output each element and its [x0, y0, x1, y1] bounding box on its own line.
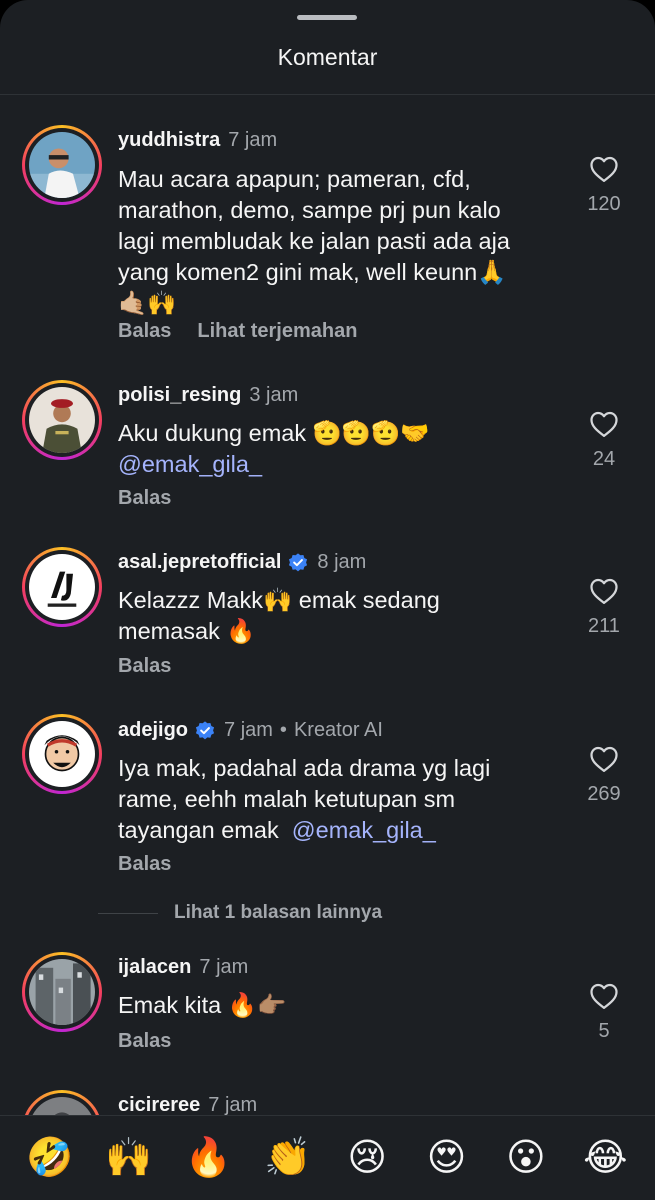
reply-button[interactable]: Balas: [118, 487, 171, 509]
avatar[interactable]: [22, 952, 102, 1032]
separator-dot: •: [279, 719, 287, 741]
emoji-heart-eyes-button[interactable]: 😍: [419, 1139, 475, 1177]
username[interactable]: polisi_resing: [118, 384, 241, 407]
comment-actions: Balas: [118, 853, 171, 876]
comment-text: Kelazzz Makk🙌 emak sedang memasak 🔥: [118, 585, 563, 647]
timestamp: 7 jam: [224, 719, 273, 741]
comment-text: Iya mak, padahal ada drama yg lagi rame,…: [118, 753, 563, 846]
comment-line: rame, eehh malah ketutupan sm: [118, 786, 456, 812]
heart-icon[interactable]: [589, 745, 619, 773]
reply-thread-line: [98, 912, 158, 914]
comment-line: 🤙🏼🙌: [118, 290, 177, 316]
comment-meta: asal.jepretofficial 8 jam: [118, 551, 366, 574]
comment-line: yang komen2 gini mak, well keunn🙏: [118, 259, 507, 285]
comment-line: marathon, demo, sampe prj pun kalo: [118, 197, 501, 223]
avatar-photo: [29, 387, 95, 453]
avatar[interactable]: [22, 714, 102, 794]
header-divider: [0, 94, 655, 95]
drag-handle[interactable]: [297, 15, 357, 20]
avatar-photo: [29, 132, 95, 198]
username[interactable]: adejigo: [118, 719, 188, 742]
like-area: 211: [578, 577, 630, 638]
comment-meta: ijalacen 7 jam: [118, 956, 248, 979]
comment-actions: Balas: [118, 487, 171, 510]
verified-badge-icon: [287, 552, 309, 574]
comment-line: memasak 🔥: [118, 618, 256, 644]
sheet-title: Komentar: [277, 44, 378, 70]
comment-text: Emak kita 🔥👉🏽: [118, 992, 287, 1018]
timestamp: 7 jam: [199, 956, 249, 978]
mention-link[interactable]: @emak_gila_: [118, 451, 262, 477]
comment-actions: Balas Lihat terjemahan: [118, 320, 357, 343]
avatar[interactable]: [22, 125, 102, 205]
comment-line: Iya mak, padahal ada drama yg lagi: [118, 755, 491, 781]
comments-sheet: Komentar yuddhistra 7 jam Mau acara apap…: [0, 0, 655, 1200]
avatar-photo: [29, 721, 95, 787]
timestamp: 3 jam: [249, 384, 299, 406]
like-count: 24: [592, 448, 616, 470]
reply-button[interactable]: Balas: [118, 655, 171, 677]
avatar[interactable]: [22, 547, 102, 627]
timestamp: 7 jam: [228, 129, 278, 151]
emoji-tears-of-joy-button[interactable]: 😂: [577, 1139, 633, 1177]
verified-badge-icon: [194, 720, 216, 742]
like-count: 211: [588, 615, 620, 637]
username[interactable]: yuddhistra: [118, 129, 220, 152]
emoji-raised-hands-button[interactable]: 🙌: [101, 1139, 157, 1177]
comment-line: Kelazzz Makk🙌 emak sedang: [118, 587, 440, 613]
comment-line: lagi membludak ke jalan pasti ada aja: [118, 228, 510, 254]
avatar[interactable]: [22, 380, 102, 460]
username[interactable]: cicireree: [118, 1094, 200, 1117]
avatar-photo: [29, 959, 95, 1025]
comment-actions: Balas: [118, 1030, 171, 1053]
comment-meta: yuddhistra 7 jam: [118, 129, 277, 152]
emoji-clap-button[interactable]: 👏: [260, 1139, 316, 1177]
reply-button[interactable]: Balas: [118, 320, 171, 342]
heart-icon[interactable]: [589, 410, 619, 438]
emoji-crying-button[interactable]: 😢: [339, 1139, 395, 1177]
heart-icon[interactable]: [589, 982, 619, 1010]
avatar-photo: [29, 554, 95, 620]
timestamp: 7 jam: [208, 1094, 258, 1116]
like-area: 24: [578, 410, 630, 471]
comment-text: Mau acara apapun; pameran, cfd, marathon…: [118, 164, 563, 319]
comment-line: Aku dukung emak 🫡🫡🫡🤝: [118, 420, 430, 446]
like-area: 120: [578, 155, 630, 216]
like-count: 120: [587, 193, 621, 215]
username[interactable]: ijalacen: [118, 956, 191, 979]
comment-text: Aku dukung emak 🫡🫡🫡🤝 @emak_gila_: [118, 418, 563, 480]
heart-icon[interactable]: [589, 577, 619, 605]
comment-meta: polisi_resing 3 jam: [118, 384, 298, 407]
reply-button[interactable]: Balas: [118, 853, 171, 875]
like-area: 269: [578, 745, 630, 806]
comment-line: Mau acara apapun; pameran, cfd,: [118, 166, 471, 192]
emoji-surprised-button[interactable]: 😮: [498, 1139, 554, 1177]
creator-label: Kreator AI: [293, 719, 383, 741]
like-count: 269: [587, 783, 621, 805]
translate-button[interactable]: Lihat terjemahan: [197, 320, 357, 342]
emoji-fire-button[interactable]: 🔥: [180, 1139, 236, 1177]
emoji-reaction-bar: 🤣 🙌 🔥 👏 😢 😍 😮 😂: [0, 1115, 655, 1200]
comment-actions: Balas: [118, 655, 171, 678]
like-count: 5: [598, 1020, 610, 1042]
view-more-replies-label[interactable]: Lihat 1 balasan lainnya: [174, 902, 382, 924]
mention-link[interactable]: @emak_gila_: [292, 817, 436, 843]
emoji-rofl-button[interactable]: 🤣: [22, 1139, 78, 1177]
username[interactable]: asal.jepretofficial: [118, 551, 281, 574]
comment-line: tayangan emak: [118, 817, 279, 843]
heart-icon[interactable]: [589, 155, 619, 183]
comment-meta: cicireree 7 jam: [118, 1094, 257, 1117]
reply-button[interactable]: Balas: [118, 1030, 171, 1052]
comment-meta: adejigo 7 jam • Kreator AI: [118, 719, 383, 742]
like-area: 5: [578, 982, 630, 1043]
view-more-replies[interactable]: Lihat 1 balasan lainnya: [98, 902, 382, 924]
timestamp: 8 jam: [317, 551, 367, 573]
